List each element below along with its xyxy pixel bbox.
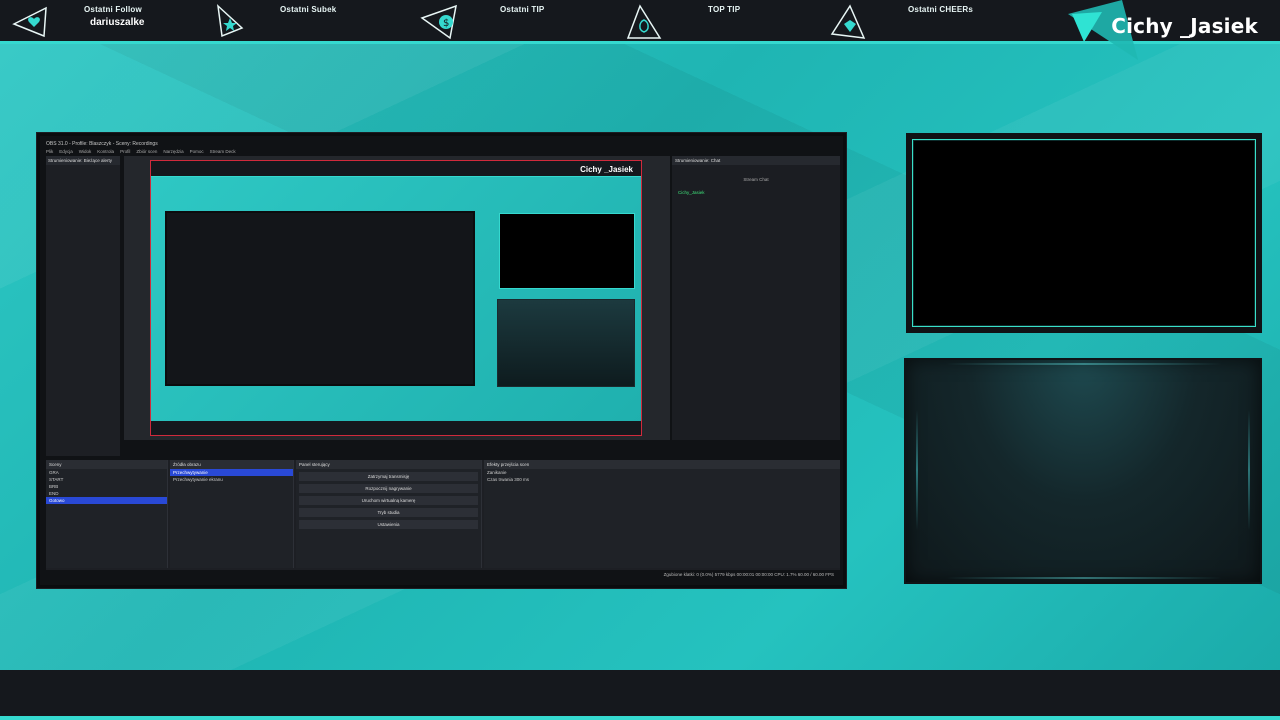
duration-value[interactable]: 300 ms [514,477,529,482]
star-icon [216,4,244,38]
transition-duration: Czas trwania 300 ms [484,476,840,483]
alert-title: TOP TIP [708,5,741,14]
scene-item[interactable]: END [46,490,167,497]
scene-item[interactable]: START [46,476,167,483]
alert-title: Ostatni Follow [84,5,142,14]
preview-webcam-box [499,213,635,289]
chat-user-entry: Cichy_Jasiek [678,190,705,195]
menu-item[interactable]: Pomoc [190,149,204,154]
panel-glow-top [946,363,1222,365]
money-bag-icon [626,4,662,39]
scenes-panel: Sceny GRA START BRB END Gotowo [46,460,168,568]
obs-lower-docks: Sceny GRA START BRB END Gotowo Źródła ob… [46,460,840,570]
obs-preview[interactable]: Cichy _Jasiek [124,156,670,440]
menu-item[interactable]: Kontrola [97,149,114,154]
duration-label: Czas trwania [487,477,514,482]
webcam-frame [906,133,1262,333]
menu-item[interactable]: Stream Deck [210,149,236,154]
preview-bottom-bar [151,421,641,435]
virtual-camera-button[interactable]: Uruchom wirtualną kamerę [299,496,478,505]
alert-title: Ostatni Subek [280,5,337,14]
panel-edge-left [916,410,918,530]
obs-window-title: OBS 31.0 - Profile: Blaszczyk - Sceny: R… [46,141,158,147]
alert-title: Ostatni TIP [500,5,545,14]
source-item-selected[interactable]: Przechwytywanie [170,469,293,476]
bottom-bar [0,670,1280,720]
obs-status-bar: Zgubione klatki: 0 (0.0%) 5779 kbps 00:0… [663,572,834,577]
alert-title: Ostatni CHEERs [908,5,974,14]
menu-item[interactable]: Narzędzia [163,149,183,154]
panel-edge-right [1248,410,1250,530]
menu-item[interactable]: Widok [79,149,92,154]
dollar-icon: $ [420,4,457,40]
preview-panel-box [497,299,635,387]
preview-top-bar: Cichy _Jasiek [151,161,641,177]
transitions-panel: Efekty przejścia scen Zanikanie Czas trw… [484,460,840,568]
svg-text:$: $ [443,18,449,29]
chat-header: Stream Chat [743,177,769,182]
preview-canvas[interactable]: Cichy _Jasiek [150,160,642,436]
controls-title: Panel sterujący [296,460,481,469]
diamond-icon [830,4,866,39]
scenes-title: Sceny [46,460,167,469]
top-alert-bar: Ostatni Follow dariuszalke Ostatni Subek… [0,0,1280,60]
chat-dock-title: Strumieniowanie: Chat [672,156,840,165]
preview-nested-capture [165,211,475,386]
decorative-panel [904,358,1262,584]
settings-button[interactable]: Ustawienia [299,520,478,529]
controls-panel: Panel sterujący Zatrzymaj transmisję Roz… [296,460,482,568]
obs-chat-dock: Strumieniowanie: Chat Stream Chat Cichy_… [672,156,840,440]
obs-menu-bar: Plik Edycja Widok Kontrola Profil Zbiór … [46,149,236,154]
menu-item[interactable]: Edycja [59,149,73,154]
start-recording-button[interactable]: Rozpocznij nagrywanie [299,484,478,493]
webcam-area [912,139,1256,327]
alert-slot-sub: Ostatni Subek [214,0,384,42]
screen-capture-frame: OBS 31.0 - Profile: Blaszczyk - Sceny: R… [37,133,846,588]
sources-title: Źródła obrazu [170,460,293,469]
sources-panel: Źródła obrazu Przechwytywanie Przechwyty… [170,460,294,568]
alert-slot-follow: Ostatni Follow dariuszalke [12,0,182,42]
alert-slot-tip: $ Ostatni TIP [420,0,590,42]
dock-title: Strumieniowanie: Bieżące alerty [46,156,120,165]
scene-item[interactable]: BRB [46,483,167,490]
stop-stream-button[interactable]: Zatrzymaj transmisję [299,472,478,481]
menu-item[interactable]: Zbiór scen [136,149,157,154]
preview-channel-name: Cichy _Jasiek [580,165,633,174]
menu-item[interactable]: Plik [46,149,53,154]
scene-item-selected[interactable]: Gotowo [46,497,167,504]
transition-select[interactable]: Zanikanie [484,469,840,476]
source-item[interactable]: Przechwytywanie ekranu [170,476,293,483]
studio-mode-button[interactable]: Tryb studia [299,508,478,517]
heart-icon [12,6,47,38]
panel-glow-bottom [946,577,1222,579]
transitions-title: Efekty przejścia scen [484,460,840,469]
alert-slot-top-tip: TOP TIP [626,0,796,42]
alert-value: dariuszalke [90,17,145,28]
scene-item[interactable]: GRA [46,469,167,476]
obs-alerts-dock: Strumieniowanie: Bieżące alerty [46,156,120,456]
menu-item[interactable]: Profil [120,149,130,154]
alert-slot-cheers: Ostatni CHEERs [830,0,1000,42]
channel-name: Cichy _Jasiek [1111,14,1258,38]
